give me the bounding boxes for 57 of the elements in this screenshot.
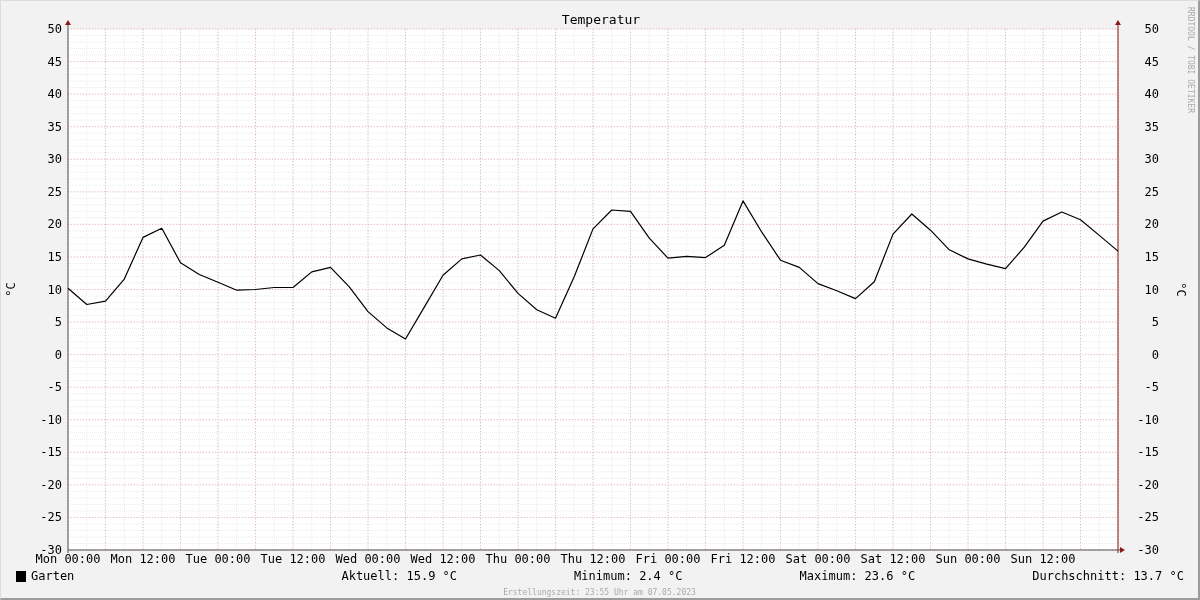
x-tick-label: Mon 12:00 xyxy=(110,552,176,566)
y-tick-label: 25 xyxy=(1144,184,1159,199)
y-tick-label: -25 xyxy=(40,510,62,525)
y-tick-label: 5 xyxy=(1151,315,1159,330)
x-tick-label: Sun 00:00 xyxy=(935,552,1001,566)
y-tick-label: 40 xyxy=(1144,87,1159,102)
x-tick-label: Wed 00:00 xyxy=(335,552,401,566)
x-tick-label: Sat 12:00 xyxy=(860,552,926,566)
chart-title: Temperatur xyxy=(561,12,641,27)
y-tick-label: 35 xyxy=(1144,119,1159,134)
y-tick-label: 40 xyxy=(47,87,62,102)
y-tick-label: 5 xyxy=(54,315,62,330)
y-tick-label: -10 xyxy=(1137,412,1159,427)
y-tick-label: 30 xyxy=(47,152,62,167)
y-tick-label: 50 xyxy=(47,22,62,36)
y-tick-label: -15 xyxy=(40,445,62,460)
y-tick-label: 10 xyxy=(1144,282,1159,297)
y-axis-label: °C xyxy=(1174,282,1188,297)
x-tick-label: Wed 12:00 xyxy=(410,552,476,566)
y-tick-label: 50 xyxy=(1144,22,1159,36)
y-tick-label: -25 xyxy=(1137,510,1159,525)
legend-stat: Durchschnitt: 13.7 °C xyxy=(1032,570,1184,582)
y-tick-label: 20 xyxy=(47,217,62,232)
y-tick-label: -20 xyxy=(40,477,62,492)
y-axis-label: °C xyxy=(4,282,18,297)
y-tick-label: 15 xyxy=(47,249,62,264)
x-tick-label: Fri 00:00 xyxy=(635,552,701,566)
y-tick-label: 10 xyxy=(47,282,62,297)
y-tick-label: 30 xyxy=(1144,152,1159,167)
y-tick-label: 45 xyxy=(1144,54,1159,69)
y-tick-label: 35 xyxy=(47,119,62,134)
x-tick-label: Thu 00:00 xyxy=(485,552,551,566)
y-tick-label: -5 xyxy=(1144,380,1159,395)
y-tick-label: 45 xyxy=(47,54,62,69)
x-tick-label: Sun 12:00 xyxy=(1010,552,1076,566)
x-tick-label: Tue 12:00 xyxy=(260,552,326,566)
timestamp-footer: Erstellungszeit: 23:55 Uhr am 07.05.2023 xyxy=(503,587,696,598)
legend-swatch xyxy=(16,570,26,582)
y-tick-label: 25 xyxy=(47,184,62,199)
legend-stat: Aktuell: 15.9 °C xyxy=(341,570,458,582)
legend-stat: Maximum: 23.6 °C xyxy=(799,570,916,582)
x-tick-label: Fri 12:00 xyxy=(710,552,776,566)
y-tick-label: -10 xyxy=(40,412,62,427)
legend-label: Garten xyxy=(31,570,75,582)
y-tick-label: 0 xyxy=(1151,347,1159,362)
credit-text: RRDTOOL / TOBI OETIKER xyxy=(1186,7,1195,113)
x-tick-label: Tue 00:00 xyxy=(185,552,251,566)
y-tick-label: 15 xyxy=(1144,249,1159,264)
y-tick-label: -20 xyxy=(1137,477,1159,492)
x-tick-label: Sat 00:00 xyxy=(785,552,851,566)
y-tick-label: -30 xyxy=(1137,543,1159,557)
x-tick-label: Thu 12:00 xyxy=(560,552,626,566)
legend-stat: Minimum: 2.4 °C xyxy=(574,570,683,582)
y-tick-label: 0 xyxy=(54,347,62,362)
y-tick-label: 20 xyxy=(1144,217,1159,232)
y-tick-label: -5 xyxy=(47,380,62,395)
y-tick-label: -15 xyxy=(1137,445,1159,460)
